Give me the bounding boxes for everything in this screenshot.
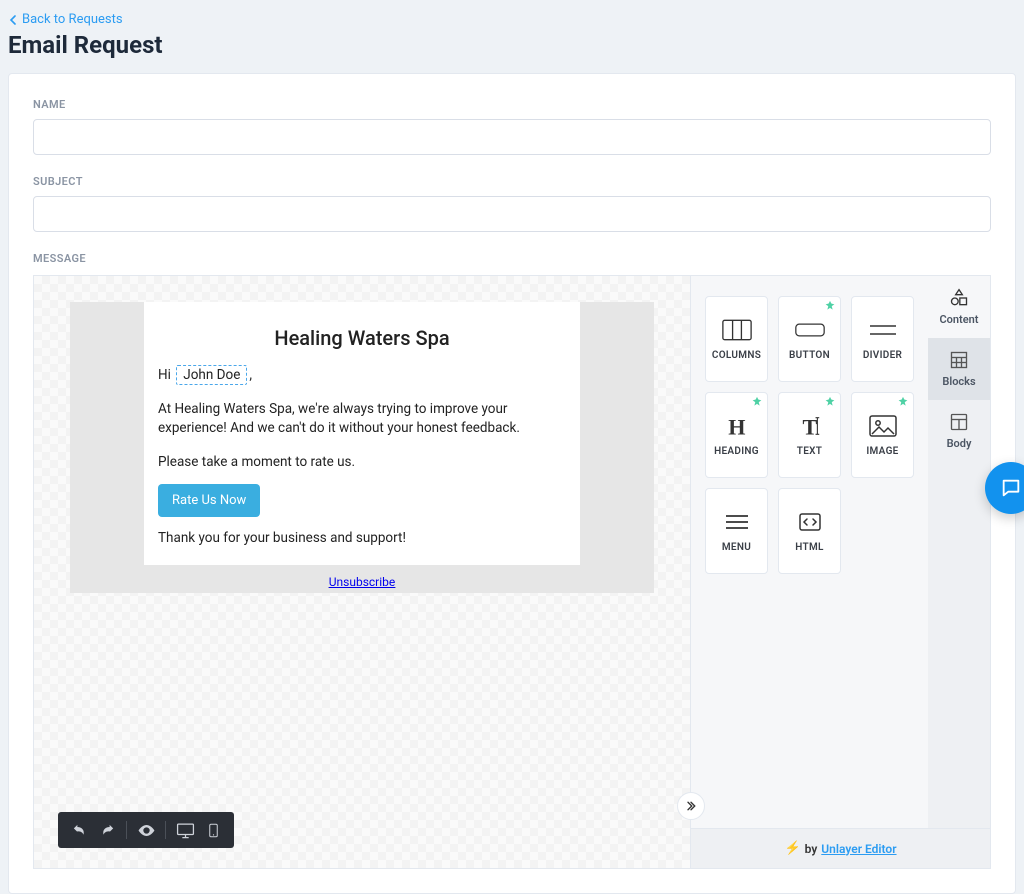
back-link-label: Back to Requests (22, 12, 123, 27)
undo-button[interactable] (66, 817, 92, 843)
editor-canvas[interactable]: Healing Waters Spa Hi John Doe, At Heali… (34, 276, 690, 868)
divider-icon (868, 318, 898, 342)
editor-side-panel: COLUMNS BUTTON DIVIDER H HEADIN (690, 276, 990, 868)
eye-icon (137, 821, 156, 840)
tool-label: IMAGE (866, 446, 898, 457)
redo-button[interactable] (94, 817, 120, 843)
tool-image[interactable]: IMAGE (851, 392, 914, 478)
tool-heading[interactable]: H HEADING (705, 392, 768, 478)
email-paragraph-1[interactable]: At Healing Waters Spa, we're always tryi… (144, 400, 580, 439)
ai-badge-icon (823, 300, 837, 314)
blocks-icon (949, 350, 969, 370)
chevron-left-icon (8, 15, 18, 25)
shapes-icon (949, 288, 969, 308)
email-heading[interactable]: Healing Waters Spa (144, 320, 580, 366)
ai-badge-icon (896, 396, 910, 410)
subject-input[interactable] (33, 196, 991, 232)
canvas-toolbar (58, 812, 234, 848)
greeting-suffix: , (249, 367, 252, 383)
ai-badge-icon (823, 396, 837, 410)
unsubscribe-link[interactable]: Unsubscribe (329, 575, 396, 589)
subject-label: SUBJECT (33, 175, 991, 188)
tool-html[interactable]: HTML (778, 488, 841, 574)
text-icon: T (795, 414, 825, 438)
tool-divider[interactable]: DIVIDER (851, 296, 914, 382)
email-body[interactable]: Healing Waters Spa Hi John Doe, At Heali… (144, 302, 580, 565)
back-to-requests-link[interactable]: Back to Requests (0, 0, 1024, 31)
footer-by: by (805, 842, 818, 856)
email-request-card: NAME SUBJECT MESSAGE Healing Waters Spa … (8, 73, 1016, 894)
chat-icon (1000, 477, 1022, 499)
unsubscribe-row: Unsubscribe (70, 565, 654, 593)
content-tools-grid: COLUMNS BUTTON DIVIDER H HEADIN (691, 276, 928, 828)
tool-label: HEADING (714, 446, 759, 457)
email-editor: Healing Waters Spa Hi John Doe, At Heali… (33, 275, 991, 869)
toolbar-separator (126, 821, 127, 839)
greeting-prefix: Hi (158, 367, 171, 383)
redo-icon (99, 822, 116, 839)
tab-label: Blocks (942, 375, 975, 388)
name-label: NAME (33, 98, 991, 111)
undo-icon (71, 822, 88, 839)
html-icon (795, 510, 825, 534)
tool-label: DIVIDER (863, 350, 902, 361)
columns-icon (722, 318, 752, 342)
email-paragraph-2[interactable]: Please take a moment to rate us. (144, 453, 580, 473)
tool-button[interactable]: BUTTON (778, 296, 841, 382)
tool-label: MENU (722, 542, 751, 553)
rate-us-button[interactable]: Rate Us Now (158, 484, 260, 517)
name-input[interactable] (33, 119, 991, 155)
merge-tag-name[interactable]: John Doe (176, 365, 247, 385)
preview-button[interactable] (133, 817, 159, 843)
button-icon (795, 318, 825, 342)
svg-text:H: H (728, 414, 746, 438)
tool-menu[interactable]: MENU (705, 488, 768, 574)
tool-label: HTML (795, 542, 823, 553)
body-icon (949, 412, 969, 432)
tab-label: Content (939, 313, 978, 326)
tab-label: Body (947, 437, 972, 450)
tab-body[interactable]: Body (928, 400, 990, 462)
mobile-view-button[interactable] (200, 817, 226, 843)
email-stage: Healing Waters Spa Hi John Doe, At Heali… (70, 302, 654, 593)
bolt-icon: ⚡ (784, 841, 800, 856)
ai-badge-icon (750, 396, 764, 410)
message-label: MESSAGE (33, 252, 991, 265)
page-title: Email Request (0, 31, 1024, 73)
collapse-panel-button[interactable] (677, 792, 705, 820)
side-tabs: Content Blocks Body (928, 276, 990, 828)
tab-content[interactable]: Content (928, 276, 990, 338)
tool-label: BUTTON (789, 350, 830, 361)
mobile-icon (206, 822, 221, 839)
email-thanks[interactable]: Thank you for your business and support! (144, 529, 580, 549)
chevron-double-right-icon (685, 800, 697, 812)
email-greeting[interactable]: Hi John Doe, (144, 366, 580, 386)
toolbar-separator (165, 821, 166, 839)
tool-label: TEXT (797, 446, 822, 457)
tool-label: COLUMNS (712, 350, 761, 361)
desktop-icon (176, 821, 195, 840)
tool-text[interactable]: T TEXT (778, 392, 841, 478)
editor-footer: ⚡ by Unlayer Editor (691, 828, 990, 868)
tool-columns[interactable]: COLUMNS (705, 296, 768, 382)
unlayer-link[interactable]: Unlayer Editor (821, 842, 896, 856)
heading-icon: H (722, 414, 752, 438)
desktop-view-button[interactable] (172, 817, 198, 843)
menu-icon (722, 510, 752, 534)
tab-blocks[interactable]: Blocks (928, 338, 990, 400)
image-icon (868, 414, 898, 438)
svg-text:T: T (802, 414, 817, 438)
